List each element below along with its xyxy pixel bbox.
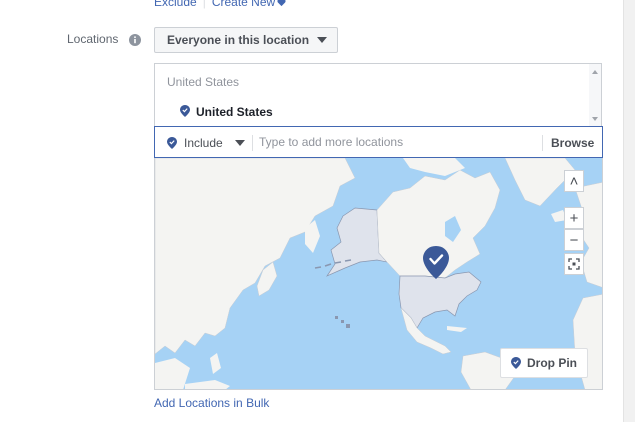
fullscreen-button[interactable]: [564, 253, 584, 275]
location-search-row: Include Browse: [154, 126, 603, 158]
country-group-header: United States: [167, 75, 240, 89]
zoom-out-button[interactable]: −: [564, 229, 584, 251]
drop-pin-button[interactable]: Drop Pin: [500, 348, 588, 378]
divider: [252, 135, 253, 151]
location-pin-icon: [180, 105, 190, 117]
browse-button[interactable]: Browse: [551, 136, 594, 150]
heart-icon: [277, 0, 286, 7]
location-pin-icon: [511, 357, 521, 369]
zoom-in-button[interactable]: +: [564, 207, 584, 229]
hawaii-1: [335, 316, 338, 319]
fullscreen-icon: [568, 258, 580, 270]
include-exclude-dropdown[interactable]: Include: [184, 136, 223, 150]
hawaii-3: [346, 324, 350, 328]
add-locations-in-bulk-link[interactable]: Add Locations in Bulk: [154, 396, 269, 410]
selected-location-item[interactable]: United States: [196, 105, 273, 119]
zoom-out-icon: −: [569, 231, 579, 249]
scroll-up-arrow[interactable]: [592, 70, 598, 74]
selected-locations-box: United States United States: [154, 63, 602, 127]
locations-label: Locations: [67, 32, 119, 46]
top-links: Exclude | Create New: [154, 0, 286, 9]
scroll-down-arrow[interactable]: [592, 117, 598, 121]
audience-location-label: Everyone in this location: [167, 33, 310, 47]
collapse-icon: ˄: [569, 172, 579, 190]
location-pin-icon: [167, 137, 177, 149]
link-separator: |: [202, 0, 206, 9]
zoom-in-icon: +: [569, 209, 579, 227]
location-list-scrollbar[interactable]: [589, 64, 601, 127]
map-collapse-button[interactable]: ˄: [564, 170, 584, 192]
divider: [542, 135, 543, 151]
page-scrollbar[interactable]: [623, 0, 635, 422]
exclude-link[interactable]: Exclude: [154, 0, 197, 9]
hawaii-2: [341, 320, 344, 323]
info-icon[interactable]: [129, 34, 141, 46]
location-map[interactable]: ˄ + − Drop Pin: [154, 158, 603, 390]
create-new-link[interactable]: Create New: [212, 0, 275, 9]
caret-down-icon[interactable]: [235, 140, 245, 146]
drop-pin-label: Drop Pin: [527, 356, 577, 370]
location-search-input[interactable]: [259, 135, 539, 149]
audience-location-dropdown[interactable]: Everyone in this location: [154, 27, 338, 53]
caret-down-icon: [317, 37, 328, 43]
